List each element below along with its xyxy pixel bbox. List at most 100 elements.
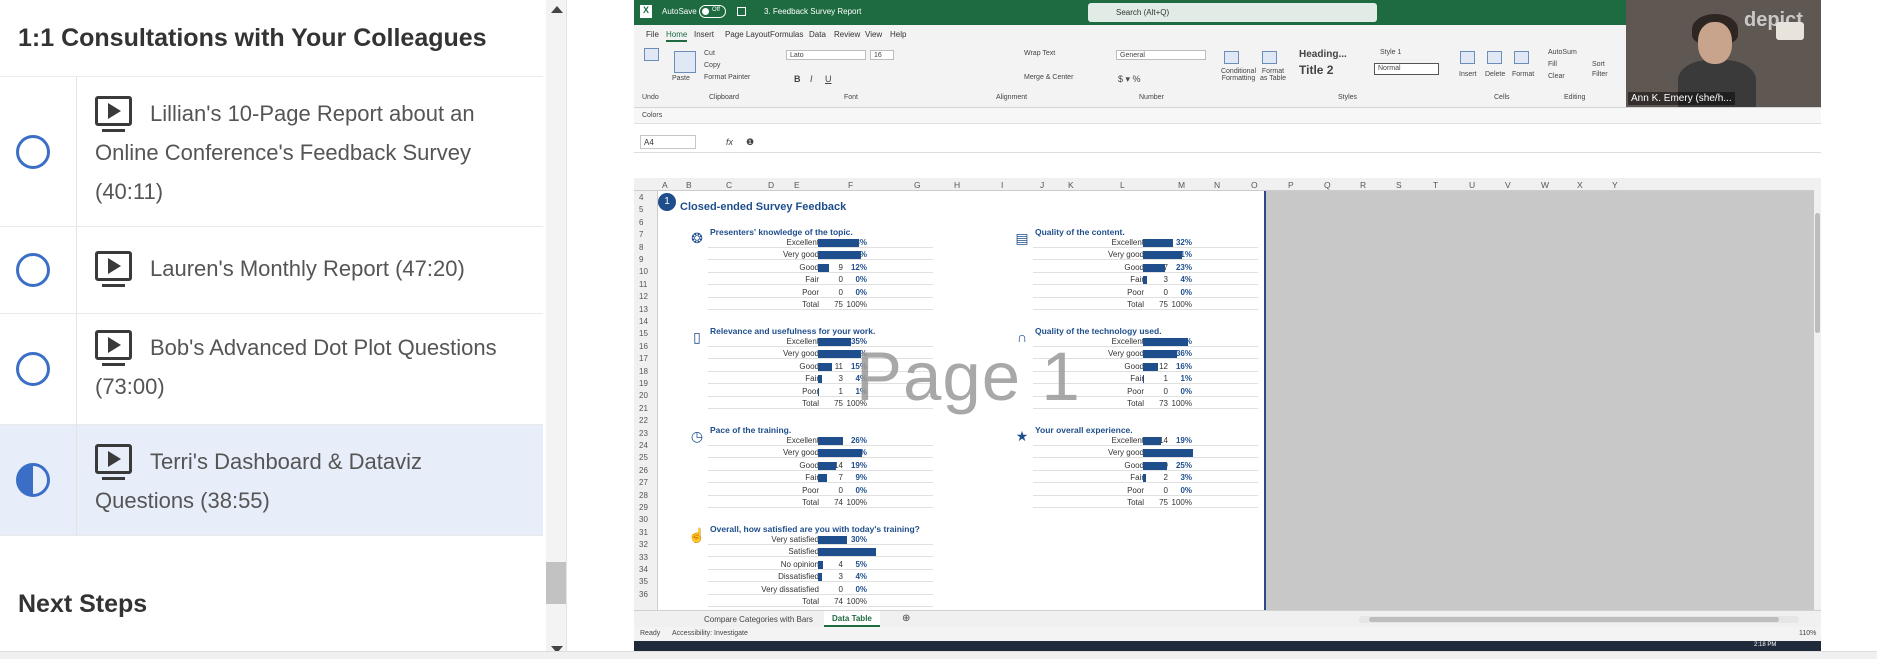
column-header[interactable]: T [1433, 180, 1438, 190]
row-header[interactable]: 34 [639, 565, 648, 574]
row-header[interactable]: 28 [639, 491, 648, 500]
clear-button[interactable]: Clear [1548, 73, 1565, 80]
column-header[interactable]: S [1396, 180, 1402, 190]
column-header[interactable]: G [914, 180, 921, 190]
save-icon[interactable] [737, 7, 746, 16]
colors-dropdown[interactable]: Colors [642, 112, 662, 119]
column-header[interactable]: W [1541, 180, 1549, 190]
sheet-tab-active[interactable]: Data Table [824, 611, 880, 627]
horizontal-scrollbar[interactable] [1359, 616, 1799, 623]
bold-icon[interactable]: B [794, 74, 801, 84]
row-header[interactable]: 11 [639, 280, 647, 289]
row-header[interactable]: 22 [639, 416, 648, 425]
progress-circle-icon[interactable] [16, 253, 50, 287]
undo-icon[interactable] [644, 48, 659, 61]
style-1[interactable]: Style 1 [1380, 49, 1401, 56]
row-header[interactable]: 17 [639, 354, 648, 363]
row-header[interactable]: 6 [639, 218, 643, 227]
half-progress-circle-icon[interactable] [16, 463, 50, 497]
lecture-item[interactable]: Bob's Advanced Dot Plot Questions (73:00… [0, 314, 543, 425]
column-header[interactable]: Q [1324, 180, 1331, 190]
lecture-item[interactable]: Lillian's 10-Page Report about an Online… [0, 77, 543, 227]
fx-icon[interactable]: fx [726, 137, 733, 147]
format-as-table-button[interactable]: Format as Table [1258, 68, 1288, 82]
tab-page-layout[interactable]: Page Layout [725, 30, 770, 39]
accessibility-status[interactable]: Accessibility: Investigate [672, 630, 748, 637]
delete-cells-button[interactable]: Delete [1485, 71, 1505, 78]
insert-cells-icon[interactable] [1460, 51, 1475, 64]
lecture-item-active[interactable]: Terri's Dashboard & Dataviz Questions (3… [0, 425, 543, 536]
style-heading[interactable]: Heading... [1299, 49, 1347, 60]
format-cells-button[interactable]: Format [1512, 71, 1534, 78]
underline-icon[interactable]: U [825, 74, 832, 84]
row-header[interactable]: 32 [639, 540, 648, 549]
conditional-formatting-button[interactable]: Conditional Formatting [1216, 68, 1261, 82]
tab-help[interactable]: Help [890, 30, 906, 39]
zoom-level[interactable]: 110% [1799, 630, 1816, 637]
tab-file[interactable]: File [646, 30, 659, 39]
row-header[interactable]: 4 [639, 193, 643, 202]
column-header[interactable]: H [954, 180, 960, 190]
conditional-formatting-icon[interactable] [1224, 51, 1239, 64]
row-header[interactable]: 25 [639, 453, 648, 462]
row-header[interactable]: 31 [639, 528, 648, 537]
format-cells-icon[interactable] [1514, 51, 1529, 64]
autosum-button[interactable]: AutoSum [1548, 49, 1577, 56]
tab-review[interactable]: Review [834, 30, 860, 39]
tab-insert[interactable]: Insert [694, 30, 714, 39]
row-header[interactable]: 27 [639, 478, 648, 487]
column-header[interactable]: F [848, 180, 853, 190]
font-size-select[interactable]: 16 [870, 50, 894, 60]
row-header[interactable]: 21 [639, 404, 648, 413]
row-header[interactable]: 23 [639, 429, 648, 438]
formula-input[interactable]: ❶ [746, 137, 754, 148]
row-header[interactable]: 8 [639, 243, 643, 252]
row-header[interactable]: 10 [639, 267, 648, 276]
column-header[interactable]: N [1214, 180, 1220, 190]
column-header[interactable]: B [686, 180, 692, 190]
add-sheet-icon[interactable]: ⊕ [902, 613, 910, 624]
row-header[interactable]: 30 [639, 515, 648, 524]
row-header[interactable]: 29 [639, 503, 648, 512]
row-header[interactable]: 7 [639, 230, 643, 239]
column-header[interactable]: X [1577, 180, 1583, 190]
tab-formulas[interactable]: Formulas [770, 30, 803, 39]
horizontal-scroll-thumb[interactable] [1369, 617, 1779, 622]
paste-button[interactable]: Paste [672, 75, 690, 82]
column-header[interactable]: U [1469, 180, 1475, 190]
column-header[interactable]: V [1505, 180, 1511, 190]
copy-button[interactable]: Copy [704, 62, 720, 69]
scroll-thumb[interactable] [546, 562, 566, 604]
progress-circle-icon[interactable] [16, 352, 50, 386]
paste-icon[interactable] [674, 51, 696, 73]
column-header[interactable]: E [794, 180, 800, 190]
insert-cells-button[interactable]: Insert [1459, 71, 1477, 78]
row-header[interactable]: 35 [639, 577, 648, 586]
column-header[interactable]: P [1288, 180, 1294, 190]
sidebar-scrollbar[interactable] [546, 0, 566, 659]
delete-cells-icon[interactable] [1487, 51, 1502, 64]
column-header[interactable]: O [1251, 180, 1258, 190]
row-header[interactable]: 14 [639, 317, 648, 326]
scroll-up-icon[interactable] [551, 6, 563, 13]
style-normal[interactable]: Normal [1374, 63, 1439, 75]
lecture-item[interactable]: Lauren's Monthly Report (47:20) [0, 227, 543, 314]
name-box[interactable]: A4 [640, 135, 696, 149]
column-header[interactable]: I [1001, 180, 1003, 190]
tab-home[interactable]: Home [666, 30, 688, 42]
row-header[interactable]: 9 [639, 255, 643, 264]
fill-button[interactable]: Fill [1548, 61, 1557, 68]
column-header[interactable]: D [768, 180, 774, 190]
wrap-text-button[interactable]: Wrap Text [1024, 50, 1055, 57]
italic-icon[interactable]: I [810, 74, 813, 84]
column-header[interactable]: M [1178, 180, 1185, 190]
tab-view[interactable]: View [865, 30, 882, 39]
row-header[interactable]: 5 [639, 205, 643, 214]
row-header[interactable]: 20 [639, 391, 648, 400]
currency-icon[interactable]: $ ▾ % [1118, 74, 1141, 85]
column-header[interactable]: K [1068, 180, 1074, 190]
format-painter-button[interactable]: Format Painter [704, 74, 750, 81]
number-format-select[interactable]: General [1116, 50, 1206, 60]
vertical-scroll-thumb[interactable] [1815, 213, 1820, 333]
sheet-tab[interactable]: Compare Categories with Bars [704, 615, 813, 624]
